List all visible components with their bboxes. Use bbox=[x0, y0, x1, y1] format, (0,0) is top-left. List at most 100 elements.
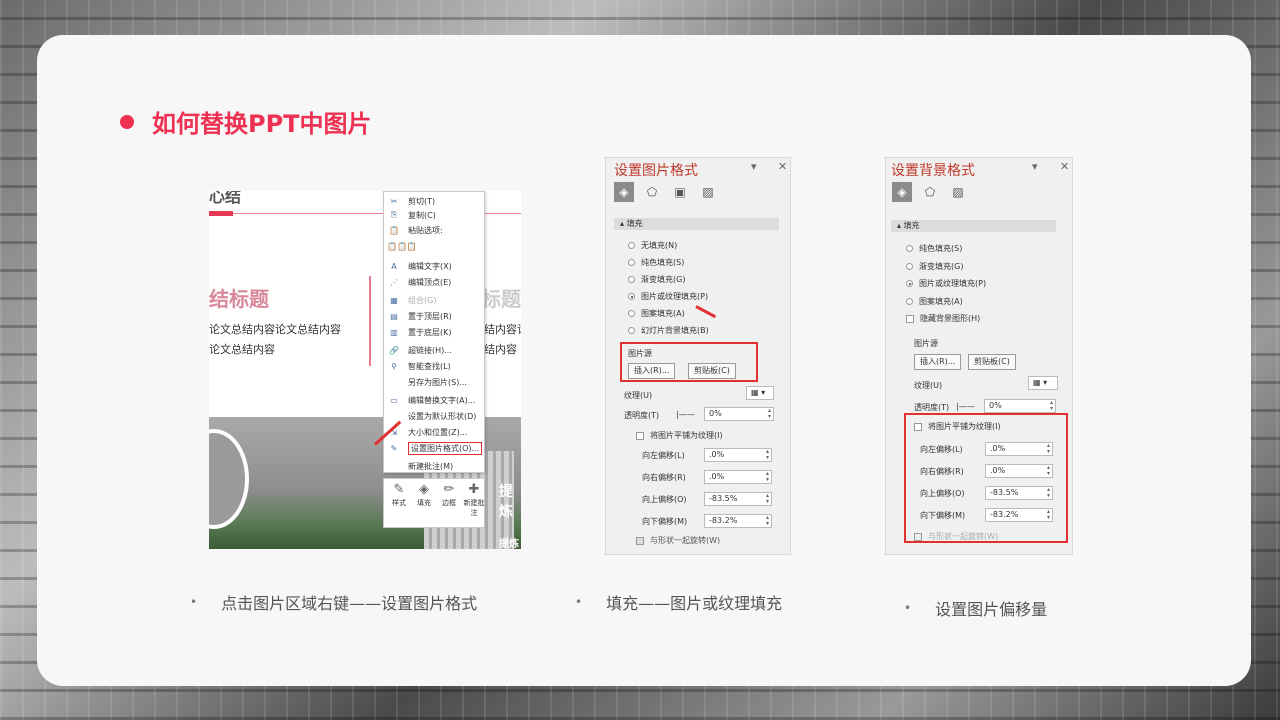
chevron-down-icon[interactable]: ▾ bbox=[1032, 160, 1038, 173]
mini-toolbar-icon: ✎ bbox=[393, 482, 405, 497]
mini-toolbar-button[interactable]: ✎ 样式 bbox=[388, 482, 410, 508]
texture-picker[interactable]: ▦ ▾ bbox=[746, 386, 774, 400]
spin-arrows-icon[interactable]: ▴ ▾ bbox=[1047, 509, 1050, 521]
context-menu-item[interactable]: 📋📋📋 bbox=[384, 238, 484, 254]
offset-field[interactable]: -83.5% ▴ ▾ bbox=[985, 486, 1053, 500]
insert-button[interactable]: 插入(R)... bbox=[914, 354, 962, 370]
spin-arrows-icon[interactable]: ▴ ▾ bbox=[766, 515, 769, 527]
fill-radio[interactable] bbox=[906, 245, 913, 252]
hide-bg-checkbox[interactable] bbox=[906, 314, 914, 323]
fill-option[interactable]: 图片或纹理填充(P) bbox=[906, 278, 986, 289]
tile-checkbox[interactable] bbox=[914, 422, 922, 431]
context-menu-item[interactable]: 📋 粘贴选项: bbox=[384, 222, 484, 238]
context-menu-item[interactable]: ▦ 组合(G) bbox=[384, 292, 484, 308]
context-menu-item[interactable]: ⚲ 智能查找(L) bbox=[384, 358, 484, 374]
slide-title: 如何替换PPT中图片 bbox=[152, 110, 372, 138]
fill-radio[interactable] bbox=[628, 327, 635, 334]
spin-arrows-icon[interactable]: ▴ ▾ bbox=[1050, 400, 1053, 412]
spin-arrows-icon[interactable]: ▴ ▾ bbox=[1047, 443, 1050, 455]
offset-field[interactable]: -83.5% ▴ ▾ bbox=[704, 492, 772, 506]
size-layout-icon[interactable]: ▣ bbox=[670, 182, 690, 202]
offset-field[interactable]: -83.2% ▴ ▾ bbox=[985, 508, 1053, 522]
close-icon[interactable]: ✕ bbox=[1060, 160, 1069, 173]
context-menu-item[interactable]: ⇲ 大小和位置(Z)... bbox=[384, 424, 484, 440]
fill-radio[interactable] bbox=[628, 242, 635, 249]
spin-arrows-icon[interactable]: ▴ ▾ bbox=[1047, 487, 1050, 499]
offset-field[interactable]: .0% ▴ ▾ bbox=[704, 470, 772, 484]
spin-arrows-icon[interactable]: ▴ ▾ bbox=[766, 493, 769, 505]
rotate-checkbox-row[interactable]: 与形状一起旋转(W) bbox=[636, 535, 720, 546]
rotate-checkbox-row[interactable]: 与形状一起旋转(W) bbox=[914, 531, 998, 542]
fill-radio[interactable] bbox=[628, 293, 635, 300]
spin-arrows-icon[interactable]: ▴ ▾ bbox=[766, 449, 769, 461]
fill-option[interactable]: 图案填充(A) bbox=[906, 296, 963, 307]
fill-section-header[interactable]: ▴ 填充 bbox=[891, 220, 1056, 232]
fill-radio[interactable] bbox=[628, 259, 635, 266]
shot1-subtitle-left: 结标题 bbox=[209, 287, 269, 311]
fill-radio[interactable] bbox=[906, 297, 913, 305]
spin-arrows-icon[interactable]: ▴ ▾ bbox=[766, 471, 769, 483]
transparency-slider[interactable]: |—— bbox=[676, 410, 695, 419]
fill-radio[interactable] bbox=[628, 310, 635, 317]
menu-item-label: 大小和位置(Z)... bbox=[408, 427, 468, 437]
fill-option[interactable]: 幻灯片背景填充(B) bbox=[628, 325, 709, 336]
fill-option[interactable]: 图片或纹理填充(P) bbox=[628, 291, 708, 302]
context-menu-item[interactable]: 新建批注(M) bbox=[384, 458, 484, 474]
offset-field[interactable]: .0% ▴ ▾ bbox=[985, 442, 1053, 456]
chevron-down-icon[interactable]: ▾ bbox=[751, 160, 757, 173]
context-menu-item[interactable]: ▥ 置于底层(K) bbox=[384, 324, 484, 340]
transparency-label: 透明度(T) bbox=[624, 411, 660, 420]
fill-option[interactable]: 渐变填充(G) bbox=[906, 261, 963, 272]
texture-picker[interactable]: ▦ ▾ bbox=[1028, 376, 1058, 390]
pane-title: 设置图片格式 bbox=[614, 163, 698, 179]
fill-option[interactable]: 纯色填充(S) bbox=[906, 243, 962, 254]
menu-item-icon: 📋📋📋 bbox=[387, 241, 417, 251]
fill-section-header[interactable]: ▴ 填充 bbox=[614, 218, 779, 230]
picture-icon[interactable]: ▨ bbox=[698, 182, 718, 202]
fill-radio[interactable] bbox=[906, 280, 913, 287]
fill-option[interactable]: 渐变填充(G) bbox=[628, 274, 685, 285]
menu-item-label: 置于顶层(R) bbox=[408, 311, 452, 321]
mini-toolbar-button[interactable]: ✚ 新建批注 bbox=[463, 482, 485, 518]
rotate-checkbox[interactable] bbox=[636, 536, 644, 545]
mini-toolbar-button[interactable]: ✏ 边框 bbox=[438, 482, 460, 508]
rotate-checkbox[interactable] bbox=[914, 532, 922, 541]
context-menu-item[interactable]: ✎ 设置图片格式(O)... bbox=[384, 440, 484, 456]
context-menu-item[interactable]: ⎘ 复制(C) bbox=[384, 207, 484, 223]
offset-field[interactable]: .0% ▴ ▾ bbox=[985, 464, 1053, 478]
fill-option[interactable]: 无填充(N) bbox=[628, 240, 677, 251]
spin-arrows-icon[interactable]: ▴ ▾ bbox=[768, 408, 771, 420]
tile-checkbox-row[interactable]: 将图片平铺为纹理(I) bbox=[636, 430, 723, 441]
pentagon-icon[interactable]: ⬠ bbox=[920, 182, 940, 202]
fill-radio[interactable] bbox=[628, 276, 635, 283]
tile-checkbox[interactable] bbox=[636, 431, 644, 440]
context-menu-item[interactable]: 另存为图片(S)... bbox=[384, 374, 484, 390]
offset-field[interactable]: .0% ▴ ▾ bbox=[704, 448, 772, 462]
tile-checkbox-row[interactable]: 将图片平铺为纹理(I) bbox=[914, 421, 1001, 432]
spin-arrows-icon[interactable]: ▴ ▾ bbox=[1047, 465, 1050, 477]
context-menu-item[interactable]: ▭ 编辑替换文字(A)... bbox=[384, 392, 484, 408]
transparency-slider[interactable]: |—— bbox=[956, 402, 975, 411]
fill-bucket-icon[interactable]: ◈ bbox=[892, 182, 912, 202]
fill-option[interactable]: 图案填充(A) bbox=[628, 308, 685, 319]
context-menu-item[interactable]: ▤ 置于顶层(R) bbox=[384, 308, 484, 324]
context-menu-item[interactable]: 🔗 超链接(H)... bbox=[384, 342, 484, 358]
hide-bg-checkbox-row[interactable]: 隐藏背景图形(H) bbox=[906, 313, 980, 324]
picture-icon[interactable]: ▨ bbox=[948, 182, 968, 202]
close-icon[interactable]: ✕ bbox=[778, 160, 787, 173]
transparency-field[interactable]: 0% ▴ ▾ bbox=[984, 399, 1056, 413]
fill-radio[interactable] bbox=[906, 262, 913, 270]
fill-option[interactable]: 纯色填充(S) bbox=[628, 257, 684, 268]
offset-field[interactable]: -83.2% ▴ ▾ bbox=[704, 514, 772, 528]
context-menu-item[interactable]: A 编辑文字(X) bbox=[384, 258, 484, 274]
clipboard-button[interactable]: 剪贴板(C) bbox=[968, 354, 1016, 370]
pentagon-icon[interactable]: ⬠ bbox=[642, 182, 662, 202]
context-menu-item[interactable]: ⋰ 编辑顶点(E) bbox=[384, 274, 484, 290]
mini-toolbar-button[interactable]: ◈ 填充 bbox=[413, 482, 435, 508]
transparency-field[interactable]: 0% ▴ ▾ bbox=[704, 407, 774, 421]
fill-bucket-icon[interactable]: ◈ bbox=[614, 182, 634, 202]
offset-label: 向右偏移(R) bbox=[920, 467, 964, 476]
insert-button[interactable]: 插入(R)... bbox=[628, 363, 676, 379]
shot1-vertical-line bbox=[369, 276, 371, 366]
clipboard-button[interactable]: 剪贴板(C) bbox=[688, 363, 736, 379]
